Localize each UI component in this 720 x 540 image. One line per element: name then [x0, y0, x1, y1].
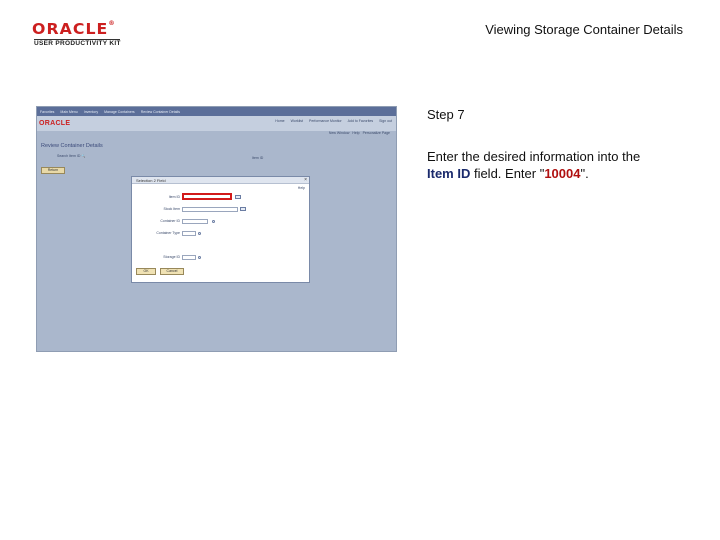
selection-dialog: Selection 2 Field × Help Item ID Stock I… — [131, 176, 310, 283]
ok-button[interactable]: OK — [136, 268, 156, 275]
screenshot-brand-row: ORACLE Home Worklist Performance Monitor… — [37, 116, 396, 131]
screenshot-top-nav: Favorites Main Menu Inventory Manage Con… — [37, 107, 396, 116]
step-instruction: Enter the desired information into the I… — [427, 149, 641, 181]
item-id-prompt-icon[interactable] — [235, 195, 241, 199]
link-personalize: Personalize Page — [362, 131, 390, 135]
storage-id-lookup-icon[interactable] — [198, 256, 201, 259]
screenshot-page-title: Review Container Details — [41, 143, 103, 149]
document-title: Viewing Storage Container Details — [485, 22, 683, 37]
logo-tagline: USER PRODUCTIVITY KIT — [34, 40, 121, 47]
item-id-label: Item ID — [168, 195, 180, 199]
link-help: Help — [352, 131, 360, 135]
nav-item-inventory: Inventory — [83, 109, 99, 114]
screenshot-oracle-logo: ORACLE — [39, 120, 71, 127]
stock-item-input[interactable] — [182, 207, 238, 212]
dialog-title: Selection 2 Field — [136, 178, 166, 183]
link-add-favorites: Add to Favorites — [347, 119, 374, 123]
link-home: Home — [275, 119, 285, 123]
nav-item-review-container: Review Container Details — [140, 109, 180, 114]
container-type-lookup-icon[interactable] — [198, 232, 201, 235]
lookup-icon: 🔍 — [81, 154, 86, 158]
storage-id-input[interactable] — [182, 255, 196, 260]
link-worklist: Worklist — [290, 119, 303, 123]
dialog-title-bar: Selection 2 Field × — [132, 177, 309, 184]
item-id-input[interactable] — [182, 193, 232, 200]
cancel-button[interactable]: Cancel — [160, 268, 184, 275]
application-screenshot: Favorites Main Menu Inventory Manage Con… — [36, 106, 397, 352]
step-number: Step 7 — [427, 107, 465, 122]
screenshot-return-button: Return — [41, 167, 65, 174]
container-id-lookup-icon[interactable] — [212, 220, 215, 223]
storage-id-label: Storage ID — [163, 255, 180, 259]
container-type-input[interactable] — [182, 231, 196, 236]
screenshot-header-links: Home Worklist Performance Monitor Add to… — [275, 119, 392, 123]
link-performance: Performance Monitor — [308, 119, 342, 123]
container-type-label: Container Type — [156, 231, 180, 235]
link-sign-out: Sign out — [379, 119, 392, 123]
nav-item-main-menu: Main Menu — [60, 109, 78, 114]
nav-item-manage-containers: Manage Containers — [104, 109, 135, 114]
stock-item-label: Stock Item — [163, 207, 180, 211]
link-new-window: New Window — [328, 131, 350, 135]
oracle-upk-logo: ORACLE® USER PRODUCTIVITY KIT — [30, 20, 130, 50]
stock-item-prompt-icon[interactable] — [240, 207, 246, 211]
screenshot-content-links: New Window Help Personalize Page — [37, 131, 396, 137]
screenshot-search-label: Search Item ID 🔍 — [57, 154, 86, 158]
instruction-value: 10004 — [544, 166, 581, 181]
instruction-field-name: Item ID — [427, 166, 471, 181]
container-id-label: Container ID — [160, 219, 180, 223]
dialog-help-link[interactable]: Help — [298, 186, 305, 190]
screenshot-item-label: Item ID — [252, 156, 264, 160]
close-icon[interactable]: × — [304, 177, 307, 183]
nav-item-favorites: Favorites — [40, 109, 55, 114]
oracle-wordmark: ORACLE® — [32, 20, 116, 38]
container-id-input[interactable] — [182, 219, 208, 224]
